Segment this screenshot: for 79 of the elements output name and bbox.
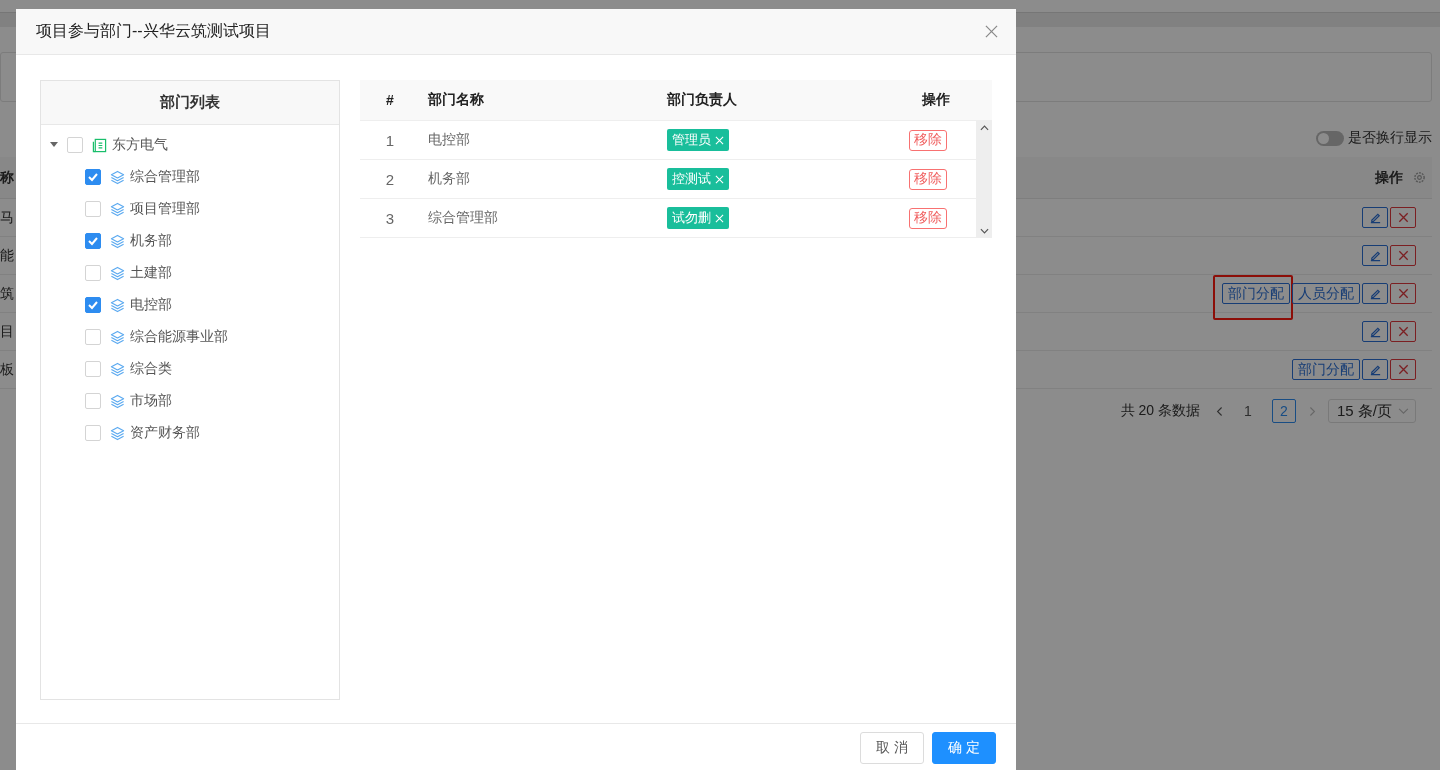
table-cell: 筑 [0, 284, 14, 303]
edit-button[interactable] [1362, 321, 1388, 342]
layers-icon [110, 361, 125, 377]
pencil-icon [1368, 287, 1382, 300]
column-header: 称 [0, 168, 14, 187]
checkbox[interactable] [85, 169, 101, 185]
leader-tag: 控测试 [667, 168, 729, 190]
edit-button[interactable] [1362, 359, 1388, 380]
delete-button[interactable] [1390, 245, 1416, 266]
column-header: 操作 [921, 91, 951, 109]
tree-item[interactable]: 东方电气 [112, 136, 168, 154]
chevron-down-icon [1398, 407, 1409, 415]
leader-tag: 管理员 [667, 129, 729, 151]
table-cell: 能 [0, 246, 14, 265]
toggle-switch[interactable] [1316, 130, 1344, 146]
caret-icon[interactable] [50, 142, 58, 148]
layers-icon [110, 297, 125, 313]
layers-icon [110, 425, 125, 441]
toggle-label: 是否换行显示 [1348, 129, 1432, 147]
close-icon [1396, 211, 1410, 224]
column-header: 操作 [1375, 168, 1403, 187]
tree-item[interactable]: 资产财务部 [130, 424, 200, 442]
chevron-up-icon[interactable] [979, 125, 989, 131]
layers-icon [110, 265, 125, 281]
tree-item[interactable]: 综合类 [130, 360, 172, 378]
tree-item[interactable]: 综合能源事业部 [130, 328, 228, 346]
organization-icon [92, 137, 107, 153]
tree-item[interactable]: 项目管理部 [130, 200, 200, 218]
table-cell: 板 [0, 360, 14, 379]
pencil-icon [1368, 363, 1382, 376]
table-cell-text: 综合管理部 [427, 209, 499, 227]
edit-button[interactable] [1362, 207, 1388, 228]
close-icon[interactable] [985, 25, 998, 38]
checkbox[interactable] [85, 233, 101, 249]
layers-icon [110, 393, 125, 409]
row-number: 2 [384, 170, 396, 188]
column-header: # [385, 92, 395, 108]
close-icon [1396, 363, 1410, 376]
tree-item[interactable]: 综合管理部 [130, 168, 200, 186]
leader-tag: 试勿删 [667, 207, 729, 229]
total-count: 共 20 条数据 [1120, 402, 1200, 420]
layers-icon [110, 329, 125, 345]
layers-icon [110, 233, 125, 249]
column-header: 部门名称 [427, 91, 485, 109]
tree-item[interactable]: 机务部 [130, 232, 172, 250]
delete-button[interactable] [1390, 207, 1416, 228]
tree-item[interactable]: 土建部 [130, 264, 172, 282]
checkbox[interactable] [85, 297, 101, 313]
pencil-icon [1368, 211, 1382, 224]
close-icon [1396, 249, 1410, 262]
tree-item[interactable]: 市场部 [130, 392, 172, 410]
settings-icon[interactable] [1413, 171, 1426, 184]
edit-button[interactable] [1362, 283, 1388, 304]
previous-page-icon[interactable] [1215, 405, 1224, 417]
next-page-icon[interactable] [1307, 405, 1316, 417]
close-icon [1396, 287, 1410, 300]
table-cell: 马 [0, 208, 14, 227]
cancel-button[interactable]: 取 消 [860, 732, 924, 764]
table-cell: 目 [0, 322, 14, 341]
dialog-title: 项目参与部门--兴华云筑测试项目 [36, 21, 271, 41]
tree-item[interactable]: 电控部 [130, 296, 172, 314]
scrollbar[interactable] [976, 121, 992, 238]
column-header: 部门负责人 [666, 91, 738, 109]
panel-title: 部门列表 [41, 81, 339, 125]
edit-button[interactable] [1362, 245, 1388, 266]
delete-button[interactable] [1390, 283, 1416, 304]
row-number: 1 [384, 131, 396, 149]
delete-button[interactable] [1390, 321, 1416, 342]
layers-icon [110, 201, 125, 217]
pencil-icon [1368, 249, 1382, 262]
close-icon [1396, 325, 1410, 338]
table-cell-text: 机务部 [427, 170, 471, 188]
page-size-select[interactable]: 15 条/页 [1327, 399, 1416, 423]
row-number: 3 [384, 209, 396, 227]
pencil-icon [1368, 325, 1382, 338]
layers-icon [110, 169, 125, 185]
table-cell-text: 电控部 [427, 131, 471, 149]
delete-button[interactable] [1390, 359, 1416, 380]
chevron-down-icon[interactable] [979, 228, 989, 234]
